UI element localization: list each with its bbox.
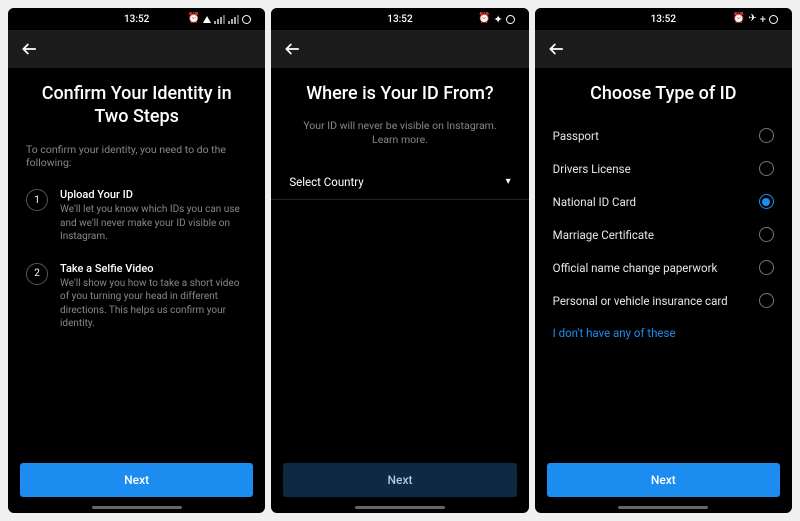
id-option-name-change[interactable]: Official name change paperwork xyxy=(553,251,774,284)
signal-icon-2 xyxy=(228,15,239,24)
arrow-left-icon xyxy=(547,39,567,59)
footer: Next xyxy=(271,451,528,513)
status-time: 13:52 xyxy=(651,14,676,25)
status-bar: 13:52 ⏰ ✈ + xyxy=(535,8,792,30)
status-right: ⏰ ✈ + xyxy=(733,14,778,25)
arrow-left-icon xyxy=(20,39,40,59)
alarm-icon: ⏰ xyxy=(188,14,200,24)
back-button[interactable] xyxy=(547,39,567,59)
radio-icon xyxy=(759,128,774,143)
alarm-icon: ⏰ xyxy=(733,14,745,24)
radio-icon xyxy=(759,161,774,176)
status-bar: 13:52 ⏰ xyxy=(8,8,265,30)
header xyxy=(535,30,792,68)
page-subtitle: To confirm your identity, you need to do… xyxy=(26,143,247,170)
content: Where is Your ID From? Your ID will neve… xyxy=(271,68,528,451)
page-title: Where is Your ID From? xyxy=(289,82,510,105)
step-2-desc: We'll show you how to take a short video… xyxy=(60,277,247,331)
select-country[interactable]: Select Country ▾ xyxy=(271,165,528,200)
id-option-national-id[interactable]: National ID Card xyxy=(553,185,774,218)
signal-icon xyxy=(214,15,225,24)
step-number-2: 2 xyxy=(26,263,48,285)
screen-id-type: 13:52 ⏰ ✈ + Choose Type of ID Passport D… xyxy=(535,8,792,513)
next-button[interactable]: Next xyxy=(547,463,780,497)
step-2-title: Take a Selfie Video xyxy=(60,262,247,275)
id-option-marriage-certificate[interactable]: Marriage Certificate xyxy=(553,218,774,251)
step-number-1: 1 xyxy=(26,189,48,211)
status-time: 13:52 xyxy=(387,14,412,25)
status-bar: 13:52 ⏰ ✦ xyxy=(271,8,528,30)
next-button[interactable]: Next xyxy=(283,463,516,497)
back-button[interactable] xyxy=(20,39,40,59)
page-subtitle: Your ID will never be visible on Instagr… xyxy=(289,119,510,146)
next-button[interactable]: Next xyxy=(20,463,253,497)
step-row-2: 2 Take a Selfie Video We'll show you how… xyxy=(26,262,247,331)
plus-icon: ✦ xyxy=(493,14,502,25)
step-1-desc: We'll let you know which IDs you can use… xyxy=(60,203,247,244)
id-option-label: Passport xyxy=(553,129,599,143)
radio-icon xyxy=(759,227,774,242)
plus-icon: + xyxy=(760,14,766,25)
footer: Next xyxy=(535,451,792,513)
select-country-label: Select Country xyxy=(289,175,363,189)
header xyxy=(271,30,528,68)
page-title: Confirm Your Identity in Two Steps xyxy=(26,82,247,129)
header xyxy=(8,30,265,68)
id-option-drivers-license[interactable]: Drivers License xyxy=(553,152,774,185)
page-title: Choose Type of ID xyxy=(553,82,774,105)
status-time: 13:52 xyxy=(124,14,149,25)
status-right: ⏰ ✦ xyxy=(478,14,515,25)
id-option-passport[interactable]: Passport xyxy=(553,119,774,152)
no-id-link[interactable]: I don't have any of these xyxy=(553,317,774,349)
alarm-icon: ⏰ xyxy=(478,14,490,24)
step-text-1: Upload Your ID We'll let you know which … xyxy=(60,188,247,244)
home-indicator[interactable] xyxy=(618,506,708,509)
battery-circle-icon xyxy=(506,15,515,24)
step-text-2: Take a Selfie Video We'll show you how t… xyxy=(60,262,247,331)
chevron-down-icon: ▾ xyxy=(506,176,511,187)
status-right: ⏰ xyxy=(188,14,251,24)
radio-icon xyxy=(759,260,774,275)
content: Confirm Your Identity in Two Steps To co… xyxy=(8,68,265,451)
id-option-label: Personal or vehicle insurance card xyxy=(553,294,728,308)
home-indicator[interactable] xyxy=(92,506,182,509)
screen-id-country: 13:52 ⏰ ✦ Where is Your ID From? Your ID… xyxy=(271,8,528,513)
id-option-label: Marriage Certificate xyxy=(553,228,654,242)
arrow-left-icon xyxy=(283,39,303,59)
footer: Next xyxy=(8,451,265,513)
content: Choose Type of ID Passport Drivers Licen… xyxy=(535,68,792,451)
id-option-insurance-card[interactable]: Personal or vehicle insurance card xyxy=(553,284,774,317)
id-option-label: National ID Card xyxy=(553,195,636,209)
screen-confirm-identity: 13:52 ⏰ Confirm Your Identity in Two Ste… xyxy=(8,8,265,513)
battery-circle-icon xyxy=(769,15,778,24)
step-1-title: Upload Your ID xyxy=(60,188,247,201)
home-indicator[interactable] xyxy=(355,506,445,509)
radio-icon xyxy=(759,293,774,308)
plane-icon: ✈ xyxy=(748,14,756,24)
id-option-label: Drivers License xyxy=(553,162,631,176)
radio-icon-selected xyxy=(759,194,774,209)
battery-circle-icon xyxy=(242,15,251,24)
id-option-label: Official name change paperwork xyxy=(553,261,718,275)
wifi-icon xyxy=(203,16,211,23)
step-row-1: 1 Upload Your ID We'll let you know whic… xyxy=(26,188,247,244)
back-button[interactable] xyxy=(283,39,303,59)
